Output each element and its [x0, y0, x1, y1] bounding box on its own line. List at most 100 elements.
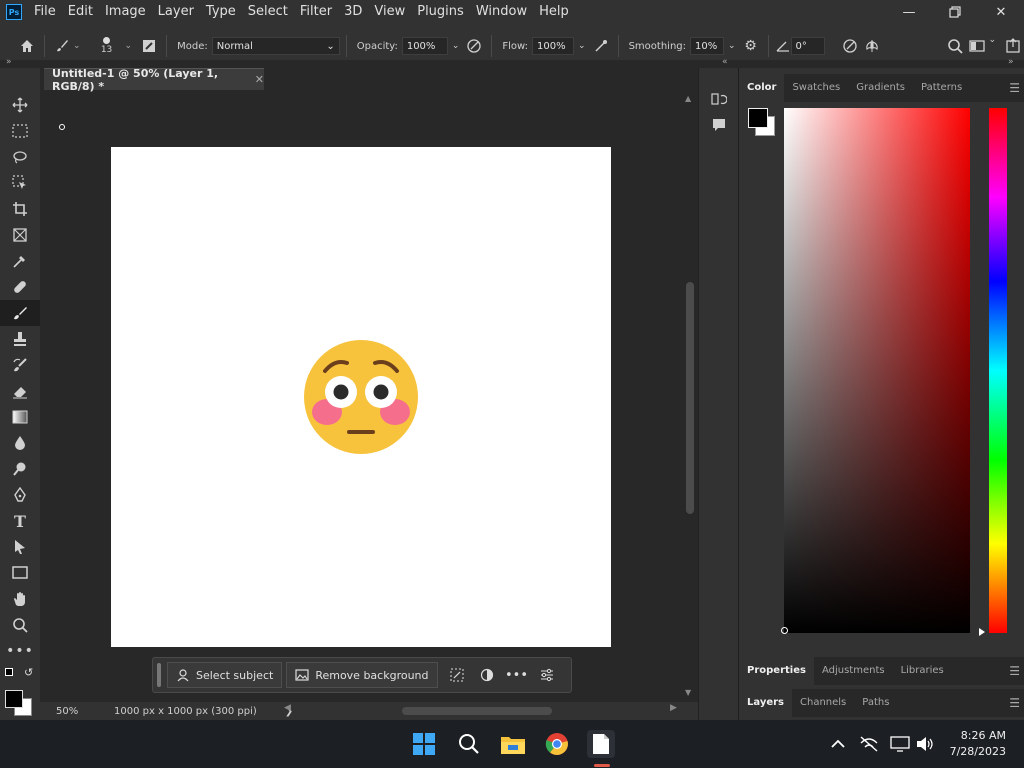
opacity-input[interactable]: 100%	[401, 37, 448, 55]
menu-view[interactable]: View	[368, 0, 411, 24]
tab-libraries[interactable]: Libraries	[893, 657, 952, 685]
menu-plugins[interactable]: Plugins	[411, 0, 470, 24]
crop-tool-icon[interactable]	[0, 196, 40, 222]
photoshop-logo-icon[interactable]: Ps	[6, 4, 22, 20]
volume-icon[interactable]	[911, 730, 939, 758]
menu-image[interactable]: Image	[99, 0, 152, 24]
angle-input[interactable]: 0°	[790, 37, 825, 55]
menu-file[interactable]: File	[28, 0, 62, 24]
dodge-tool-icon[interactable]	[0, 456, 40, 482]
menu-type[interactable]: Type	[200, 0, 242, 24]
expand-icon[interactable]: »	[6, 57, 12, 67]
scroll-down-icon[interactable]: ▼	[685, 688, 691, 697]
menu-filter[interactable]: Filter	[294, 0, 338, 24]
horizontal-scroll-thumb[interactable]	[402, 707, 552, 715]
tab-patterns[interactable]: Patterns	[913, 74, 970, 102]
transform-icon[interactable]	[442, 662, 472, 688]
frame-tool-icon[interactable]	[0, 222, 40, 248]
tab-channels[interactable]: Channels	[792, 689, 854, 717]
chevron-down-icon[interactable]: ⌄	[728, 41, 736, 51]
swap-colors-icon[interactable]: ↺	[24, 666, 33, 679]
panel-menu-icon[interactable]: ☰	[1009, 81, 1020, 95]
airbrush-icon[interactable]	[590, 35, 612, 57]
foreground-color-swatch[interactable]	[5, 690, 23, 708]
pressure-opacity-icon[interactable]	[463, 35, 485, 57]
hue-slider[interactable]	[989, 108, 1007, 633]
collapse-icon[interactable]: »	[1008, 57, 1014, 67]
settings-sliders-icon[interactable]	[532, 662, 562, 688]
pressure-size-icon[interactable]	[839, 35, 861, 57]
drag-handle[interactable]	[157, 663, 161, 687]
healing-brush-tool-icon[interactable]	[0, 274, 40, 300]
network-off-icon[interactable]	[855, 730, 883, 758]
canvas[interactable]	[111, 147, 611, 647]
tab-swatches[interactable]: Swatches	[784, 74, 848, 102]
panel-menu-icon[interactable]: ☰	[1009, 696, 1020, 710]
restore-icon[interactable]	[932, 0, 978, 24]
blur-tool-icon[interactable]	[0, 430, 40, 456]
scroll-left-icon[interactable]: ◀	[284, 703, 291, 713]
minimize-icon[interactable]: —	[886, 0, 932, 24]
share-icon[interactable]	[1002, 35, 1024, 57]
tab-layers[interactable]: Layers	[739, 689, 792, 717]
close-icon[interactable]: ✕	[978, 0, 1024, 24]
clone-stamp-tool-icon[interactable]	[0, 326, 40, 352]
search-icon[interactable]	[944, 35, 966, 57]
rectangle-tool-icon[interactable]	[0, 560, 40, 586]
vertical-scroll-thumb[interactable]	[686, 282, 694, 514]
menu-layer[interactable]: Layer	[152, 0, 200, 24]
marquee-tool-icon[interactable]	[0, 118, 40, 144]
foreground-color-swatch[interactable]	[748, 108, 768, 128]
chevron-down-icon[interactable]: ⌄	[988, 35, 996, 57]
object-selection-tool-icon[interactable]	[0, 170, 40, 196]
gradient-tool-icon[interactable]	[0, 404, 40, 430]
more-tools-icon[interactable]: •••	[0, 638, 40, 664]
chrome-icon[interactable]	[543, 730, 571, 758]
collapse-icon[interactable]: «	[722, 57, 728, 67]
display-icon[interactable]	[886, 730, 914, 758]
hand-tool-icon[interactable]	[0, 586, 40, 612]
move-tool-icon[interactable]	[0, 92, 40, 118]
zoom-tool-icon[interactable]	[0, 612, 40, 638]
chevron-down-icon[interactable]: ⌄	[73, 41, 81, 51]
remove-background-button[interactable]: Remove background	[286, 662, 438, 688]
eraser-tool-icon[interactable]	[0, 378, 40, 404]
brush-settings-icon[interactable]	[138, 35, 160, 57]
search-icon[interactable]	[455, 730, 483, 758]
path-selection-tool-icon[interactable]	[0, 534, 40, 560]
brush-preset-picker[interactable]: 13	[89, 37, 125, 55]
comments-panel-icon[interactable]	[699, 112, 739, 138]
menu-help[interactable]: Help	[533, 0, 575, 24]
canvas-workspace[interactable]: Select subject Remove background •••	[40, 92, 680, 704]
horizontal-scrollbar[interactable]: ◀ ▶	[284, 703, 686, 717]
color-field[interactable]	[781, 108, 970, 634]
gear-icon[interactable]: ⚙	[740, 35, 762, 57]
zoom-level[interactable]: 50%	[56, 706, 110, 717]
smoothing-input[interactable]: 10%	[690, 37, 724, 55]
home-icon[interactable]	[16, 35, 38, 57]
history-panel-icon[interactable]	[699, 86, 739, 112]
menu-edit[interactable]: Edit	[62, 0, 99, 24]
workspace-icon[interactable]	[966, 35, 988, 57]
close-icon[interactable]: ✕	[255, 73, 264, 86]
hue-slider-handle[interactable]	[979, 628, 985, 636]
tab-color[interactable]: Color	[739, 74, 785, 102]
chevron-down-icon[interactable]: ⌄	[452, 41, 460, 51]
brush-tool-icon[interactable]	[51, 35, 73, 57]
flow-input[interactable]: 100%	[532, 37, 575, 55]
chevron-down-icon[interactable]: ⌄	[578, 41, 586, 51]
menu-select[interactable]: Select	[242, 0, 294, 24]
chevron-down-icon[interactable]: ⌄	[125, 41, 133, 51]
scroll-right-icon[interactable]: ▶	[670, 703, 677, 713]
taskbar-clock[interactable]: 8:26 AM 7/28/2023	[950, 728, 1006, 760]
document-app-icon[interactable]	[587, 730, 615, 758]
symmetry-icon[interactable]	[861, 35, 883, 57]
tab-paths[interactable]: Paths	[854, 689, 897, 717]
vertical-scrollbar[interactable]: ▲ ▼	[682, 92, 698, 704]
file-explorer-icon[interactable]	[499, 730, 527, 758]
panel-menu-icon[interactable]: ☰	[1009, 664, 1020, 678]
tab-adjustments[interactable]: Adjustments	[814, 657, 893, 685]
default-colors-icon[interactable]	[5, 668, 13, 676]
blend-mode-select[interactable]: Normal ⌄	[211, 37, 340, 55]
windows-start-icon[interactable]	[410, 730, 438, 758]
